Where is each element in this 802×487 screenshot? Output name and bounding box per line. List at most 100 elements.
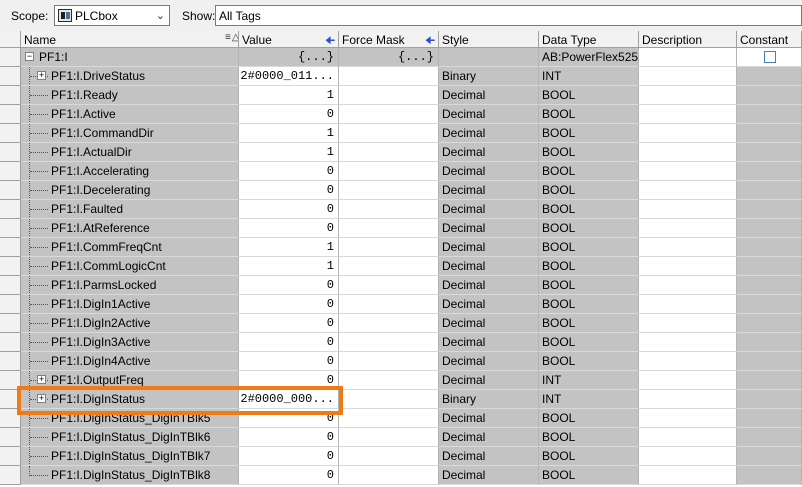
force-mask-cell[interactable]	[339, 124, 439, 143]
description-cell[interactable]	[639, 466, 737, 485]
description-cell[interactable]	[639, 124, 737, 143]
table-row[interactable]: PF1:I.DigInStatus_DigInTBlk7 0 Decimal BOOL	[0, 447, 802, 466]
description-cell[interactable]	[639, 390, 737, 409]
data-type-cell[interactable]: BOOL	[539, 466, 639, 485]
description-cell[interactable]	[639, 295, 737, 314]
data-type-cell[interactable]: BOOL	[539, 200, 639, 219]
constant-cell[interactable]	[737, 371, 802, 390]
data-type-cell[interactable]: BOOL	[539, 352, 639, 371]
constant-cell[interactable]	[737, 276, 802, 295]
row-selector[interactable]	[0, 314, 21, 333]
description-cell[interactable]	[639, 200, 737, 219]
constant-cell[interactable]	[737, 466, 802, 485]
row-selector[interactable]	[0, 333, 21, 352]
value-cell[interactable]: 1	[239, 143, 339, 162]
table-row[interactable]: PF1:I.Ready 1 Decimal BOOL	[0, 86, 802, 105]
scope-dropdown[interactable]: PLCbox ⌄	[54, 5, 170, 26]
data-type-cell[interactable]: BOOL	[539, 219, 639, 238]
row-selector[interactable]	[0, 86, 21, 105]
sort-icon[interactable]: ≡△	[225, 32, 238, 43]
row-selector[interactable]	[0, 67, 21, 86]
force-mask-cell[interactable]	[339, 314, 439, 333]
table-row[interactable]: PF1:I.Accelerating 0 Decimal BOOL	[0, 162, 802, 181]
value-cell[interactable]: 1	[239, 257, 339, 276]
style-cell[interactable]: Decimal	[439, 162, 539, 181]
table-row[interactable]: PF1:I.ParmsLocked 0 Decimal BOOL	[0, 276, 802, 295]
table-row[interactable]: PF1:I.OutputFreq +0 Decimal INT	[0, 371, 802, 390]
table-row[interactable]: PF1:I.DigInStatus +2#0000_000... Binary INT	[0, 390, 802, 409]
style-cell[interactable]: Decimal	[439, 333, 539, 352]
force-mask-cell[interactable]	[339, 276, 439, 295]
name-cell[interactable]: PF1:I.DigInStatus_DigInTBlk7	[21, 447, 239, 466]
column-header-style[interactable]: Style	[439, 31, 539, 48]
data-type-cell[interactable]: BOOL	[539, 276, 639, 295]
force-mask-cell[interactable]	[339, 257, 439, 276]
name-cell[interactable]: PF1:I.DigInStatus +	[21, 390, 239, 409]
value-cell[interactable]: 1	[239, 124, 339, 143]
row-selector[interactable]	[0, 219, 21, 238]
row-selector[interactable]	[0, 466, 21, 485]
force-mask-cell[interactable]	[339, 219, 439, 238]
style-cell[interactable]: Binary	[439, 390, 539, 409]
column-header-value[interactable]: Value 🠈	[239, 31, 339, 48]
column-header-force-mask[interactable]: Force Mask 🠈	[339, 31, 439, 48]
value-cell[interactable]: 0	[239, 219, 339, 238]
row-selector[interactable]	[0, 238, 21, 257]
force-mask-cell[interactable]	[339, 200, 439, 219]
style-cell[interactable]: Decimal	[439, 200, 539, 219]
style-cell[interactable]	[439, 48, 539, 67]
value-cell[interactable]: 0	[239, 295, 339, 314]
force-mask-cell[interactable]	[339, 371, 439, 390]
constant-cell[interactable]	[737, 181, 802, 200]
constant-cell[interactable]	[737, 428, 802, 447]
description-cell[interactable]	[639, 219, 737, 238]
table-row[interactable]: PF1:I.Decelerating 0 Decimal BOOL	[0, 181, 802, 200]
value-cell[interactable]: 0	[239, 314, 339, 333]
table-row[interactable]: PF1:I.DigIn4Active 0 Decimal BOOL	[0, 352, 802, 371]
force-mask-cell[interactable]	[339, 428, 439, 447]
name-cell[interactable]: PF1:I.DigInStatus_DigInTBlk8	[21, 466, 239, 485]
data-type-cell[interactable]: BOOL	[539, 409, 639, 428]
value-cell[interactable]: 2#0000_011...	[239, 67, 339, 86]
name-cell[interactable]: PF1:I.DigInStatus_DigInTBlk6	[21, 428, 239, 447]
name-cell[interactable]: PF1:I.CommFreqCnt	[21, 238, 239, 257]
column-header-name[interactable]: Name ≡△	[21, 31, 239, 48]
constant-cell[interactable]	[737, 333, 802, 352]
value-cell[interactable]: 0	[239, 371, 339, 390]
row-selector[interactable]	[0, 295, 21, 314]
style-cell[interactable]: Decimal	[439, 409, 539, 428]
force-mask-cell[interactable]	[339, 67, 439, 86]
row-selector[interactable]	[0, 200, 21, 219]
table-row[interactable]: PF1:I.Active 0 Decimal BOOL	[0, 105, 802, 124]
data-type-cell[interactable]: BOOL	[539, 162, 639, 181]
name-cell[interactable]: PF1:I.ActualDir	[21, 143, 239, 162]
value-cell[interactable]: 0	[239, 181, 339, 200]
style-cell[interactable]: Decimal	[439, 352, 539, 371]
description-cell[interactable]	[639, 67, 737, 86]
description-cell[interactable]	[639, 333, 737, 352]
description-cell[interactable]	[639, 86, 737, 105]
force-mask-cell[interactable]	[339, 181, 439, 200]
style-cell[interactable]: Decimal	[439, 86, 539, 105]
force-mask-cell[interactable]	[339, 447, 439, 466]
row-selector[interactable]	[0, 428, 21, 447]
expand-icon[interactable]: +	[37, 394, 46, 403]
table-row[interactable]: PF1:I.CommLogicCnt 1 Decimal BOOL	[0, 257, 802, 276]
constant-cell[interactable]	[737, 390, 802, 409]
value-cell[interactable]: 0	[239, 162, 339, 181]
chevron-down-icon[interactable]: ⌄	[156, 9, 165, 22]
name-cell[interactable]: PF1:I.Decelerating	[21, 181, 239, 200]
force-mask-cell[interactable]	[339, 86, 439, 105]
row-selector[interactable]	[0, 257, 21, 276]
column-header-description[interactable]: Description	[639, 31, 737, 48]
data-type-cell[interactable]: BOOL	[539, 257, 639, 276]
value-cell[interactable]: 0	[239, 428, 339, 447]
name-cell[interactable]: PF1:I.CommandDir	[21, 124, 239, 143]
constant-cell[interactable]	[737, 200, 802, 219]
name-cell[interactable]: PF1:I.DigIn1Active	[21, 295, 239, 314]
force-mask-cell[interactable]: {...}	[339, 48, 439, 67]
force-mask-cell[interactable]	[339, 390, 439, 409]
data-type-cell[interactable]: BOOL	[539, 295, 639, 314]
table-row[interactable]: PF1:I − {...} {...} AB:PowerFlex525...	[0, 48, 802, 67]
force-mask-cell[interactable]	[339, 105, 439, 124]
